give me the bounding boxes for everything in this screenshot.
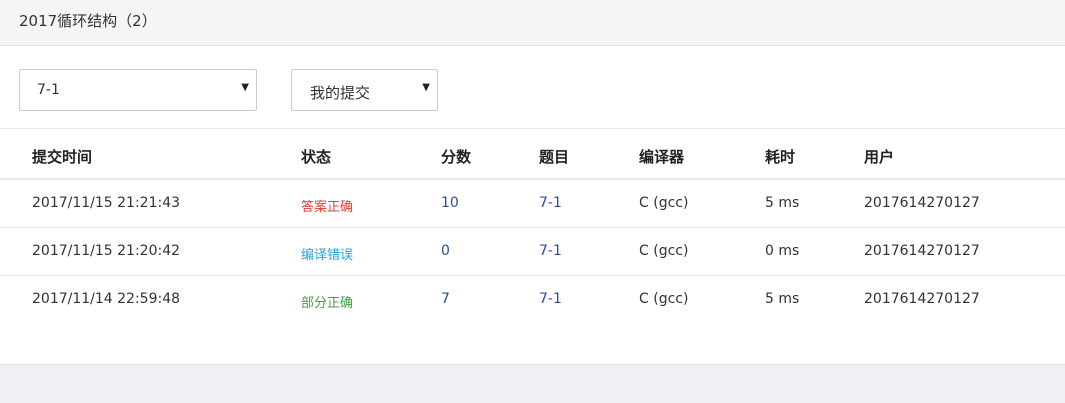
- column-header-problem: 题目: [539, 148, 570, 166]
- table-row: 2017/11/15 21:20:42 编译错误 0 7-1 C (gcc) 0…: [0, 228, 1065, 276]
- problem-select[interactable]: 7-1 ▼: [19, 69, 257, 111]
- compiler: C (gcc): [639, 195, 689, 211]
- scope-select-value: 我的提交: [310, 84, 371, 102]
- column-header-compiler: 编译器: [639, 148, 685, 166]
- submit-time: 2017/11/14 22:59:48: [32, 291, 181, 307]
- caret-down-icon: ▼: [422, 82, 430, 93]
- status-link[interactable]: 部分正确: [301, 292, 353, 311]
- compiler: C (gcc): [639, 291, 689, 307]
- score-link[interactable]: 7: [441, 291, 450, 307]
- status-link[interactable]: 答案正确: [301, 196, 353, 215]
- submit-time: 2017/11/15 21:21:43: [32, 195, 181, 211]
- problem-link[interactable]: 7-1: [539, 195, 562, 211]
- status-link[interactable]: 编译错误: [301, 244, 353, 263]
- column-header-elapsed: 耗时: [765, 148, 796, 166]
- compiler: C (gcc): [639, 243, 689, 259]
- elapsed-time: 0 ms: [765, 243, 800, 259]
- table-header-row: 提交时间 状态 分数 题目 编译器 耗时 用户: [0, 129, 1065, 180]
- user-id: 2017614270127: [864, 243, 980, 259]
- column-header-user: 用户: [864, 148, 895, 166]
- column-header-score: 分数: [441, 148, 472, 166]
- caret-down-icon: ▼: [241, 82, 249, 93]
- table-row: 2017/11/15 21:21:43 答案正确 10 7-1 C (gcc) …: [0, 180, 1065, 228]
- elapsed-time: 5 ms: [765, 195, 800, 211]
- submissions-table: 提交时间 状态 分数 题目 编译器 耗时 用户 2017/11/15 21:21…: [0, 128, 1065, 324]
- submit-time: 2017/11/15 21:20:42: [32, 243, 181, 259]
- page-title: 2017循环结构（2）: [19, 12, 157, 30]
- submissions-panel: 7-1 ▼ 我的提交 ▼ 提交时间 状态 分数 题目 编译器 耗时 用户 201…: [0, 46, 1065, 365]
- problem-select-value: 7-1: [37, 82, 60, 98]
- page-header: 2017循环结构（2）: [0, 0, 1065, 46]
- user-id: 2017614270127: [864, 195, 980, 211]
- problem-link[interactable]: 7-1: [539, 291, 562, 307]
- score-link[interactable]: 0: [441, 243, 450, 259]
- column-header-time: 提交时间: [32, 148, 93, 166]
- user-id: 2017614270127: [864, 291, 980, 307]
- column-header-status: 状态: [301, 148, 332, 166]
- scope-select[interactable]: 我的提交 ▼: [291, 69, 438, 111]
- problem-link[interactable]: 7-1: [539, 243, 562, 259]
- table-row: 2017/11/14 22:59:48 部分正确 7 7-1 C (gcc) 5…: [0, 276, 1065, 324]
- elapsed-time: 5 ms: [765, 291, 800, 307]
- score-link[interactable]: 10: [441, 195, 459, 211]
